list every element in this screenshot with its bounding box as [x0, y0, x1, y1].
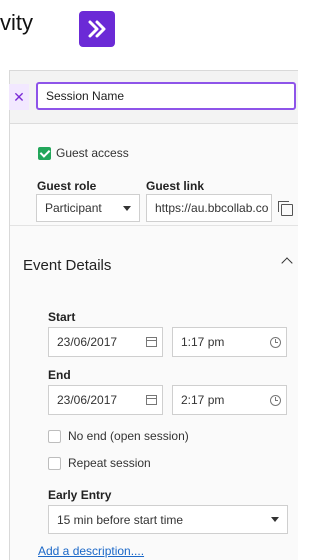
- start-label: Start: [48, 310, 76, 324]
- session-name-bar: ✕: [9, 71, 298, 124]
- early-entry-value: 15 min before start time: [57, 512, 184, 527]
- early-entry-select[interactable]: 15 min before start time: [48, 505, 288, 534]
- guest-link-label: Guest link: [146, 179, 205, 193]
- divider: [10, 225, 298, 226]
- page-title-fragment: vity: [0, 10, 33, 35]
- event-details-section: Start 23/06/2017 1:17 pm End 23/06/2017 …: [10, 292, 298, 560]
- guest-role-value: Participant: [45, 201, 102, 215]
- chevron-down-icon: [271, 517, 279, 522]
- add-description-link[interactable]: Add a description....: [38, 544, 144, 558]
- end-time-field[interactable]: 2:17 pm: [172, 385, 287, 415]
- double-chevron-icon: [88, 20, 106, 38]
- start-date-value: 23/06/2017: [57, 335, 118, 349]
- repeat-session-label: Repeat session: [68, 456, 151, 470]
- close-icon[interactable]: ✕: [9, 84, 29, 110]
- calendar-icon: [146, 395, 157, 405]
- guest-role-select[interactable]: Participant: [36, 194, 140, 222]
- guest-section: Guest access Guest role Guest link Parti…: [10, 124, 298, 307]
- end-date-value: 23/06/2017: [57, 393, 118, 407]
- guest-link-value: https://au.bbcollab.co: [155, 201, 269, 215]
- app-chevron-icon[interactable]: [79, 11, 115, 47]
- clock-icon: [270, 395, 281, 406]
- end-label: End: [48, 368, 71, 382]
- calendar-icon: [146, 337, 157, 347]
- start-time-field[interactable]: 1:17 pm: [172, 327, 287, 357]
- guest-access-label: Guest access: [56, 146, 129, 160]
- session-name-input[interactable]: [36, 82, 296, 110]
- page-header: vity: [0, 0, 297, 62]
- event-details-title: Event Details: [23, 257, 112, 274]
- start-date-field[interactable]: 23/06/2017: [48, 327, 163, 357]
- clock-icon: [270, 337, 281, 348]
- start-time-value: 1:17 pm: [181, 335, 225, 349]
- guest-role-label: Guest role: [37, 179, 97, 193]
- no-end-label: No end (open session): [68, 429, 189, 443]
- end-time-value: 2:17 pm: [181, 393, 225, 407]
- no-end-checkbox[interactable]: [48, 430, 61, 443]
- guest-access-checkbox[interactable]: [38, 147, 51, 160]
- end-date-field[interactable]: 23/06/2017: [48, 385, 163, 415]
- repeat-session-checkbox[interactable]: [48, 457, 61, 470]
- session-panel: ✕ Guest access Guest role Guest link Par…: [9, 70, 298, 560]
- early-entry-label: Early Entry: [48, 488, 112, 502]
- guest-link-field[interactable]: https://au.bbcollab.co: [146, 194, 272, 222]
- chevron-down-icon: [123, 206, 131, 211]
- copy-icon[interactable]: [278, 201, 293, 216]
